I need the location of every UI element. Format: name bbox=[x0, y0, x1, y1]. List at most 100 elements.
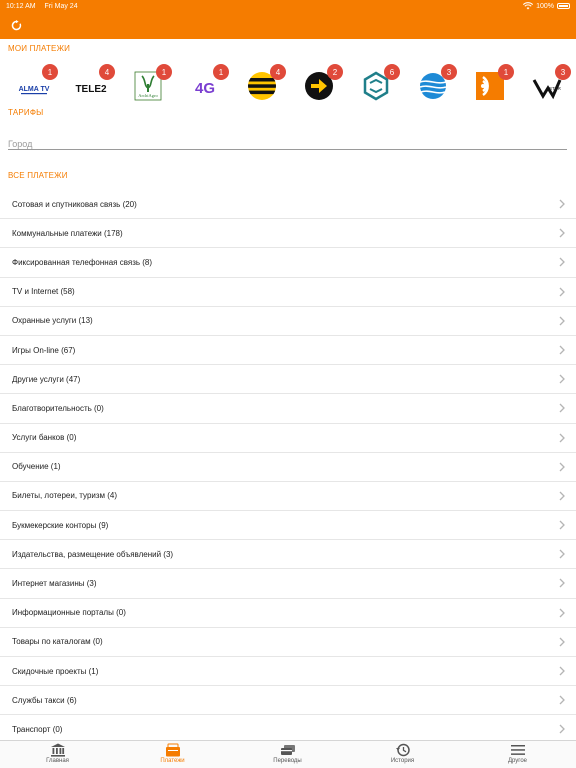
chevron-right-icon bbox=[559, 374, 565, 384]
category-label: Другие услуги (47) bbox=[12, 374, 81, 384]
provider-badge: 1 bbox=[156, 64, 172, 80]
category-label: Интернет магазины (3) bbox=[12, 579, 97, 589]
bank-icon bbox=[50, 743, 65, 757]
chevron-right-icon bbox=[559, 287, 565, 297]
category-row[interactable]: Охранные услуги (13) bbox=[0, 307, 576, 336]
refresh-button[interactable] bbox=[8, 17, 24, 33]
provider-signal[interactable]: 1 bbox=[468, 62, 514, 106]
tab-transfers[interactable]: Переводы bbox=[230, 741, 345, 768]
category-row[interactable]: Скидочные проекты (1) bbox=[0, 657, 576, 687]
category-label: Транспорт (0) bbox=[12, 724, 63, 734]
battery-icon bbox=[557, 3, 570, 9]
category-label: Фиксированная телефонная связь (8) bbox=[12, 257, 153, 267]
category-label: Билеты, лотереи, туризм (4) bbox=[12, 491, 118, 501]
category-label: Службы такси (6) bbox=[12, 695, 77, 705]
provider-4g[interactable]: 4G 1 bbox=[183, 62, 229, 106]
svg-text:TELE2: TELE2 bbox=[75, 84, 107, 95]
category-row[interactable]: Информационные порталы (0) bbox=[0, 599, 576, 628]
chevron-right-icon bbox=[559, 578, 565, 588]
provider-star[interactable]: STAR 3 bbox=[525, 62, 571, 106]
chevron-right-icon bbox=[559, 608, 565, 618]
tab-home[interactable]: Главная bbox=[0, 741, 115, 768]
status-bar: 10:12 AM Fri May 24 100% bbox=[0, 0, 576, 12]
category-row[interactable]: Фиксированная телефонная связь (8) bbox=[0, 248, 576, 278]
provider-strip: ALMA TV 1 TELE2 4 ArchiAgro 1 4G 1 4 2 6… bbox=[0, 62, 576, 106]
section-my-payments: МОИ ПЛАТЕЖИ bbox=[8, 44, 71, 53]
category-row[interactable]: Услуги банков (0) bbox=[0, 424, 576, 453]
provider-badge: 2 bbox=[327, 64, 343, 80]
chevron-right-icon bbox=[559, 520, 565, 530]
battery-percent: 100% bbox=[536, 2, 554, 10]
refresh-icon bbox=[11, 19, 21, 30]
chevron-right-icon bbox=[559, 549, 565, 559]
provider-badge: 1 bbox=[213, 64, 229, 80]
wallet-icon bbox=[165, 743, 180, 757]
category-row[interactable]: Букмекерские конторы (9) bbox=[0, 511, 576, 541]
status-time: 10:12 AM bbox=[6, 2, 36, 10]
section-tariffs: ТАРИФЫ bbox=[8, 108, 44, 117]
category-row[interactable]: Обучение (1) bbox=[0, 453, 576, 482]
provider-globe[interactable]: 3 bbox=[411, 62, 457, 106]
svg-text:STAR: STAR bbox=[549, 86, 561, 91]
chevron-right-icon bbox=[559, 403, 565, 413]
chevron-right-icon bbox=[559, 637, 565, 647]
category-row[interactable]: Сотовая и спутниковая связь (20) bbox=[0, 190, 576, 220]
category-row[interactable]: Издательства, размещение объявлений (3) bbox=[0, 540, 576, 570]
category-label: Охранные услуги (13) bbox=[12, 316, 93, 326]
category-row[interactable]: Игры On-line (67) bbox=[0, 336, 576, 366]
provider-beeline[interactable]: 4 bbox=[240, 62, 286, 106]
category-label: Букмекерские конторы (9) bbox=[12, 520, 109, 530]
chevron-right-icon bbox=[559, 491, 565, 501]
tab-label: Переводы bbox=[273, 758, 302, 764]
history-icon bbox=[395, 743, 410, 757]
svg-text:ArchiAgro: ArchiAgro bbox=[138, 93, 158, 98]
chevron-right-icon bbox=[559, 345, 565, 355]
provider-alma-tv[interactable]: ALMA TV 1 bbox=[12, 62, 58, 106]
city-field bbox=[8, 134, 567, 150]
status-right: 100% bbox=[523, 2, 570, 10]
provider-archi[interactable]: ArchiAgro 1 bbox=[126, 62, 172, 106]
tab-payments[interactable]: Платежи bbox=[115, 741, 230, 768]
category-label: Товары по каталогам (0) bbox=[12, 637, 103, 647]
svg-text:ALMA TV: ALMA TV bbox=[19, 86, 50, 93]
city-input[interactable] bbox=[8, 139, 567, 149]
provider-hex[interactable]: 6 bbox=[354, 62, 400, 106]
menu-icon bbox=[510, 745, 525, 755]
tab-label: История bbox=[390, 758, 415, 764]
category-row[interactable]: Билеты, лотереи, туризм (4) bbox=[0, 482, 576, 512]
category-row[interactable]: Интернет магазины (3) bbox=[0, 569, 576, 599]
category-row[interactable]: Благотворительность (0) bbox=[0, 394, 576, 424]
tab-other[interactable]: Другое bbox=[460, 741, 575, 768]
status-left: 10:12 AM Fri May 24 bbox=[6, 3, 85, 10]
category-row[interactable]: Другие услуги (47) bbox=[0, 365, 576, 395]
category-row[interactable]: Службы такси (6) bbox=[0, 686, 576, 716]
chevron-right-icon bbox=[559, 316, 565, 326]
tab-history[interactable]: История bbox=[345, 741, 460, 768]
chevron-right-icon bbox=[559, 228, 565, 238]
provider-badge: 3 bbox=[555, 64, 571, 80]
status-date: Fri May 24 bbox=[44, 2, 78, 10]
category-row[interactable]: Коммунальные платежи (178) bbox=[0, 219, 576, 249]
category-label: Игры On-line (67) bbox=[12, 345, 76, 355]
provider-badge: 4 bbox=[270, 64, 286, 80]
provider-badge: 3 bbox=[441, 64, 457, 80]
category-list: Сотовая и спутниковая связь (20) Коммунал… bbox=[0, 190, 576, 745]
tab-label: Платежи bbox=[160, 758, 185, 764]
category-label: Издательства, размещение объявлений (3) bbox=[12, 549, 174, 559]
category-label: TV и Internet (58) bbox=[12, 287, 75, 297]
category-label: Информационные порталы (0) bbox=[12, 608, 126, 618]
category-label: Коммунальные платежи (178) bbox=[12, 228, 123, 238]
chevron-right-icon bbox=[559, 724, 565, 734]
wifi-icon bbox=[523, 2, 534, 10]
top-bar bbox=[0, 12, 576, 39]
category-row[interactable]: TV и Internet (58) bbox=[0, 278, 576, 307]
tab-label: Другое bbox=[507, 758, 528, 764]
provider-tele2[interactable]: TELE2 4 bbox=[69, 62, 115, 106]
provider-arrow[interactable]: 2 bbox=[297, 62, 343, 106]
chevron-right-icon bbox=[559, 462, 565, 472]
category-row[interactable]: Товары по каталогам (0) bbox=[0, 628, 576, 657]
payments-screen: 10:12 AM Fri May 24 100% МОИ ПЛАТЕЖИ ALM… bbox=[0, 0, 576, 768]
section-all-payments: ВСЕ ПЛАТЕЖИ bbox=[8, 171, 68, 180]
chevron-right-icon bbox=[559, 666, 565, 676]
provider-badge: 1 bbox=[498, 64, 514, 80]
